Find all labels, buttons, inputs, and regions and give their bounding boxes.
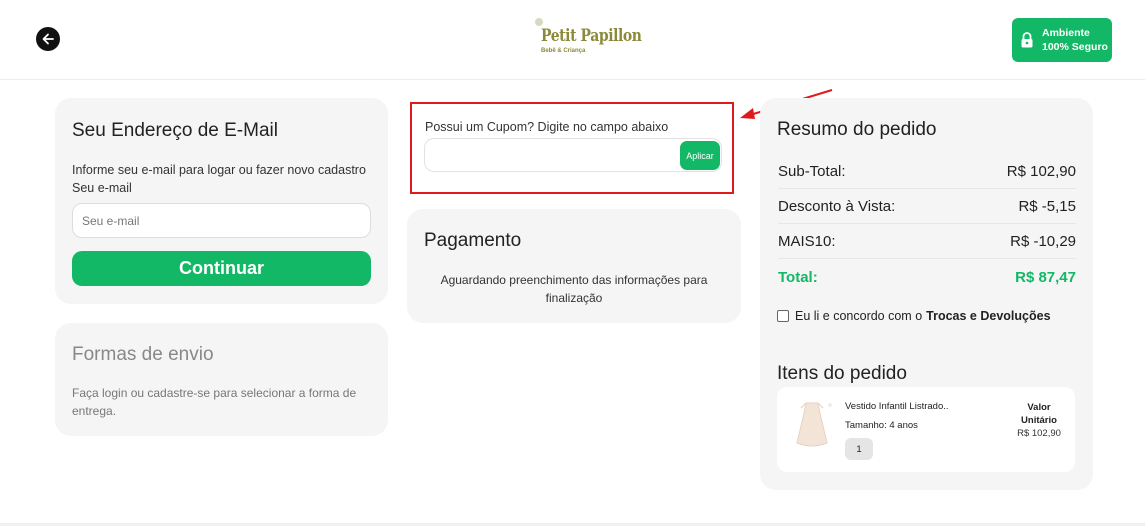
summary-row-coupon-discount: MAIS10: R$ -10,29 — [778, 225, 1076, 259]
shipping-description: Faça login ou cadastre-se para seleciona… — [72, 386, 357, 418]
summary-row-label: MAIS10: — [778, 233, 836, 250]
logo-subtext: Bebê & Criança — [541, 48, 586, 54]
arrow-left-icon — [42, 33, 54, 45]
shipping-section-title: Formas de envio — [72, 344, 214, 365]
terms-checkbox[interactable] — [777, 310, 789, 322]
product-image — [796, 402, 832, 447]
summary-title: Resumo do pedido — [777, 119, 937, 140]
item-name: Vestido Infantil Listrado.. — [845, 401, 949, 412]
coupon-input[interactable] — [431, 143, 671, 167]
summary-row-label: Sub-Total: — [778, 163, 846, 180]
back-button[interactable] — [36, 27, 60, 51]
coupon-field: Aplicar — [424, 138, 722, 172]
payment-description: Aguardando preenchimento das informações… — [440, 273, 708, 305]
summary-row-value: R$ -10,29 — [1010, 233, 1076, 250]
header: Petit Papillon Bebê & Criança Ambiente 1… — [0, 0, 1145, 80]
email-description: Informe seu e-mail para logar ou fazer n… — [72, 163, 366, 195]
summary-row-total: Total: R$ 87,47 — [778, 260, 1076, 294]
terms-link[interactable]: Trocas e Devoluções — [926, 309, 1050, 323]
item-quantity[interactable]: 1 — [845, 438, 873, 460]
payment-card: Pagamento Aguardando preenchimento das i… — [407, 209, 741, 323]
lock-icon — [1021, 32, 1033, 48]
unit-value-label-line1: Valor — [1027, 402, 1051, 413]
secure-line-1: Ambiente — [1042, 27, 1090, 39]
summary-row-cash-discount: Desconto à Vista: R$ -5,15 — [778, 190, 1076, 224]
brand-logo[interactable]: Petit Papillon Bebê & Criança — [535, 18, 642, 60]
secure-line-2: 100% Seguro — [1042, 41, 1108, 53]
total-label: Total: — [778, 268, 818, 286]
apply-coupon-button[interactable]: Aplicar — [680, 141, 720, 170]
terms-agreement: Eu li e concordo com o Trocas e Devoluçõ… — [777, 309, 1051, 323]
butterfly-icon — [535, 18, 543, 26]
summary-row-value: R$ -5,15 — [1018, 198, 1076, 215]
logo-text: Petit Papillon — [541, 26, 642, 46]
secure-environment-badge: Ambiente 100% Seguro — [1012, 18, 1112, 62]
order-summary-card: Resumo do pedido Sub-Total: R$ 102,90 De… — [760, 98, 1093, 490]
terms-text: Eu li e concordo com o — [795, 309, 923, 323]
summary-row-subtotal: Sub-Total: R$ 102,90 — [778, 155, 1076, 189]
unit-value-label: Valor Unitário — [1009, 401, 1069, 427]
order-item: Vestido Infantil Listrado.. Tamanho: 4 a… — [777, 387, 1075, 472]
payment-section-title: Pagamento — [424, 230, 522, 251]
summary-row-value: R$ 102,90 — [1006, 163, 1076, 180]
item-size: Tamanho: 4 anos — [845, 420, 918, 431]
continue-button[interactable]: Continuar — [72, 251, 371, 286]
unit-value-label-line2: Unitário — [1021, 415, 1057, 426]
coupon-label: Possui um Cupom? Digite no campo abaixo — [425, 120, 669, 134]
email-section-title: Seu Endereço de E-Mail — [72, 120, 278, 141]
email-input[interactable] — [72, 203, 371, 238]
item-price: R$ 102,90 — [1017, 428, 1061, 439]
shipping-card: Formas de envio Faça login ou cadastre-s… — [55, 323, 388, 436]
total-value: R$ 87,47 — [1015, 268, 1076, 286]
items-title: Itens do pedido — [777, 363, 907, 384]
summary-row-label: Desconto à Vista: — [778, 198, 896, 215]
email-card: Seu Endereço de E-Mail Informe seu e-mai… — [55, 98, 388, 304]
